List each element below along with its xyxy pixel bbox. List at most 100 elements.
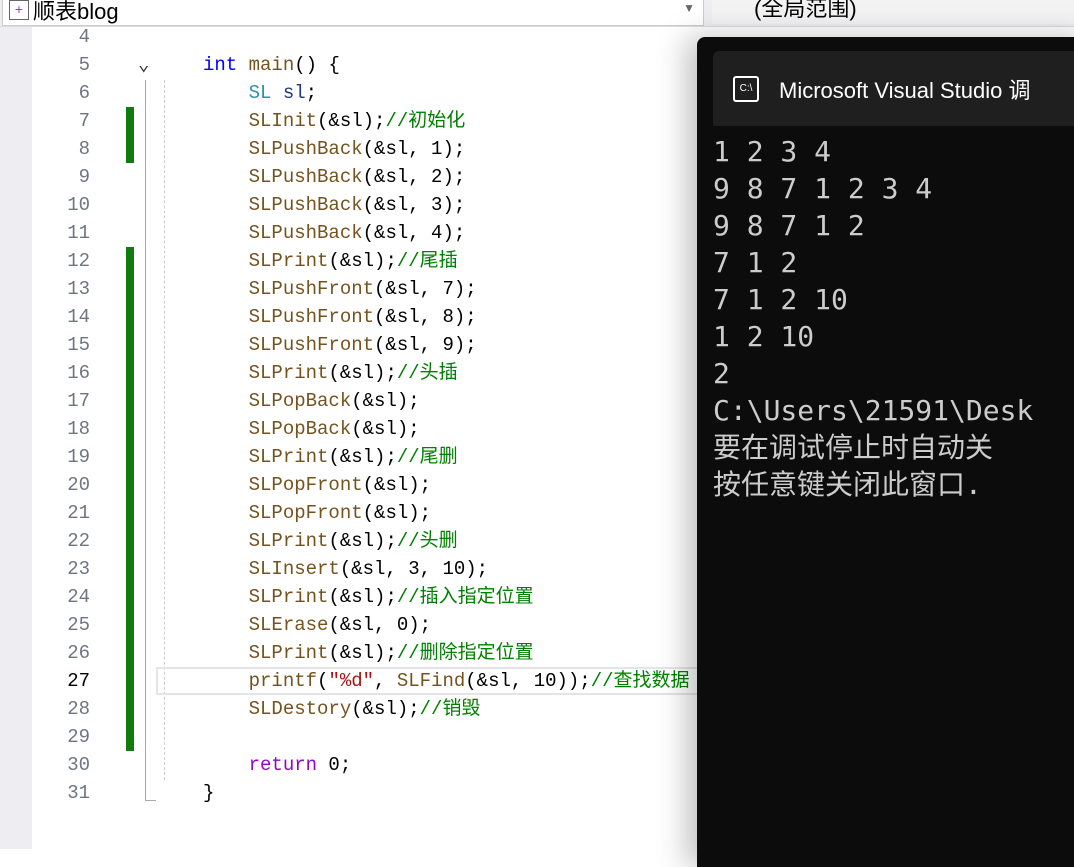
code-token: //头删 xyxy=(396,530,458,552)
code-token: SLPushBack xyxy=(248,194,363,216)
line-number: 11 xyxy=(67,222,90,244)
code-token: printf xyxy=(248,670,318,692)
code-text: SLPrint(&sl);//插入指定位置 xyxy=(203,583,534,611)
code-line[interactable]: 30 return 0; xyxy=(32,751,712,779)
console-output: 1 2 3 4 9 8 7 1 2 3 4 9 8 7 1 2 7 1 2 7 1 2 … xyxy=(713,133,1033,503)
code-text: SLPopBack(&sl); xyxy=(203,415,420,443)
code-line[interactable]: 29 xyxy=(32,723,712,751)
code-token: SLPushFront xyxy=(248,278,375,300)
code-line[interactable]: 24 SLPrint(&sl);//插入指定位置 xyxy=(32,583,712,611)
code-token: } xyxy=(203,782,215,804)
line-number: 19 xyxy=(67,446,90,468)
console-line: 7 1 2 10 xyxy=(713,283,848,316)
code-line[interactable]: 26 SLPrint(&sl);//删除指定位置 xyxy=(32,639,712,667)
line-number: 8 xyxy=(78,138,90,160)
code-line[interactable]: 21 SLPopFront(&sl); xyxy=(32,499,712,527)
line-number: 6 xyxy=(78,82,90,104)
line-number: 18 xyxy=(67,418,90,440)
code-line[interactable]: 19 SLPrint(&sl);//尾删 xyxy=(32,443,712,471)
code-text: SLPrint(&sl);//尾删 xyxy=(203,443,458,471)
code-line[interactable]: 8 SLPushBack(&sl, 1); xyxy=(32,135,712,163)
code-text: SLInsert(&sl, 3, 10); xyxy=(203,555,488,583)
code-text: SLPushFront(&sl, 8); xyxy=(203,303,477,331)
code-text: return 0; xyxy=(203,751,352,779)
console-title: Microsoft Visual Studio 调 xyxy=(779,77,1031,103)
line-number: 20 xyxy=(67,474,90,496)
code-token: //插入指定位置 xyxy=(396,586,534,608)
code-line[interactable]: 6 SL sl; xyxy=(32,79,712,107)
code-token: ( xyxy=(317,670,329,692)
code-token: (&sl); xyxy=(317,110,386,132)
line-number: 10 xyxy=(67,194,90,216)
code-line[interactable]: 10 SLPushBack(&sl, 3); xyxy=(32,191,712,219)
code-text: SLErase(&sl, 0); xyxy=(203,611,431,639)
code-line[interactable]: 4 xyxy=(32,23,712,51)
console-window[interactable]: C:\ Microsoft Visual Studio 调 1 2 3 4 9 8 … xyxy=(697,37,1074,867)
fold-chevron-icon[interactable]: ⌄ xyxy=(138,51,149,79)
code-token: (&sl); xyxy=(328,586,397,608)
code-text: SLPrint(&sl);//尾插 xyxy=(203,247,458,275)
code-token: (&sl); xyxy=(351,390,420,412)
code-line[interactable]: 20 SLPopFront(&sl); xyxy=(32,471,712,499)
code-text: SLPopBack(&sl); xyxy=(203,387,420,415)
line-number: 9 xyxy=(78,166,90,188)
code-line[interactable]: 31} xyxy=(32,779,712,807)
line-number: 26 xyxy=(67,642,90,664)
line-number: 4 xyxy=(78,26,90,48)
line-number: 21 xyxy=(67,502,90,524)
code-line[interactable]: 22 SLPrint(&sl);//头删 xyxy=(32,527,712,555)
code-token: (&sl, 9); xyxy=(374,334,477,356)
code-token: (&sl); xyxy=(328,530,397,552)
code-line[interactable]: 28 SLDestory(&sl);//销毁 xyxy=(32,695,712,723)
line-number: 29 xyxy=(67,726,90,748)
console-line: 1 2 3 4 xyxy=(713,135,832,168)
console-title-bar[interactable]: C:\ Microsoft Visual Studio 调 xyxy=(713,51,1074,126)
line-number: 31 xyxy=(67,782,90,804)
code-token: (&sl); xyxy=(328,250,397,272)
code-line[interactable]: 23 SLInsert(&sl, 3, 10); xyxy=(32,555,712,583)
code-line[interactable]: 14 SLPushFront(&sl, 8); xyxy=(32,303,712,331)
code-line[interactable]: 16 SLPrint(&sl);//头插 xyxy=(32,359,712,387)
line-number: 17 xyxy=(67,390,90,412)
code-line[interactable]: 18 SLPopBack(&sl); xyxy=(32,415,712,443)
code-token: SLPushFront xyxy=(248,306,375,328)
code-line[interactable]: 15 SLPushFront(&sl, 9); xyxy=(32,331,712,359)
code-line[interactable]: 5 ⌄ int main() { xyxy=(32,51,712,79)
code-line[interactable]: 25 SLErase(&sl, 0); xyxy=(32,611,712,639)
code-token: (&sl); xyxy=(362,502,432,524)
code-line[interactable]: 27 printf("%d", SLFind(&sl, 10));//查找数据 xyxy=(32,667,712,695)
code-token: SL xyxy=(248,82,272,104)
code-line[interactable]: 11 SLPushBack(&sl, 4); xyxy=(32,219,712,247)
line-number: 27 xyxy=(67,670,90,692)
console-line: 2 xyxy=(713,357,730,390)
code-text: int main() { xyxy=(203,51,340,79)
code-line[interactable]: 7 SLInit(&sl);//初始化 xyxy=(32,107,712,135)
code-line[interactable]: 12 SLPrint(&sl);//尾插 xyxy=(32,247,712,275)
code-text: SLPushBack(&sl, 1); xyxy=(203,135,466,163)
console-line: 要在调试停止时自动关 xyxy=(713,431,994,464)
scope-dropdown[interactable]: (全局范围) xyxy=(712,0,1074,24)
console-line: 9 8 7 1 2 3 4 xyxy=(713,172,933,205)
code-text: SLPushBack(&sl, 2); xyxy=(203,163,466,191)
code-token: (&sl, 1); xyxy=(362,138,466,160)
code-token: () { xyxy=(294,54,340,76)
code-line[interactable]: 17 SLPopBack(&sl); xyxy=(32,387,712,415)
code-token: (&sl); xyxy=(351,418,420,440)
code-line[interactable]: 9 SLPushBack(&sl, 2); xyxy=(32,163,712,191)
line-number: 30 xyxy=(67,754,90,776)
code-token: (&sl, 4); xyxy=(362,222,466,244)
line-number: 28 xyxy=(67,698,90,720)
code-line[interactable]: 13 SLPushFront(&sl, 7); xyxy=(32,275,712,303)
code-token: //删除指定位置 xyxy=(396,642,534,664)
